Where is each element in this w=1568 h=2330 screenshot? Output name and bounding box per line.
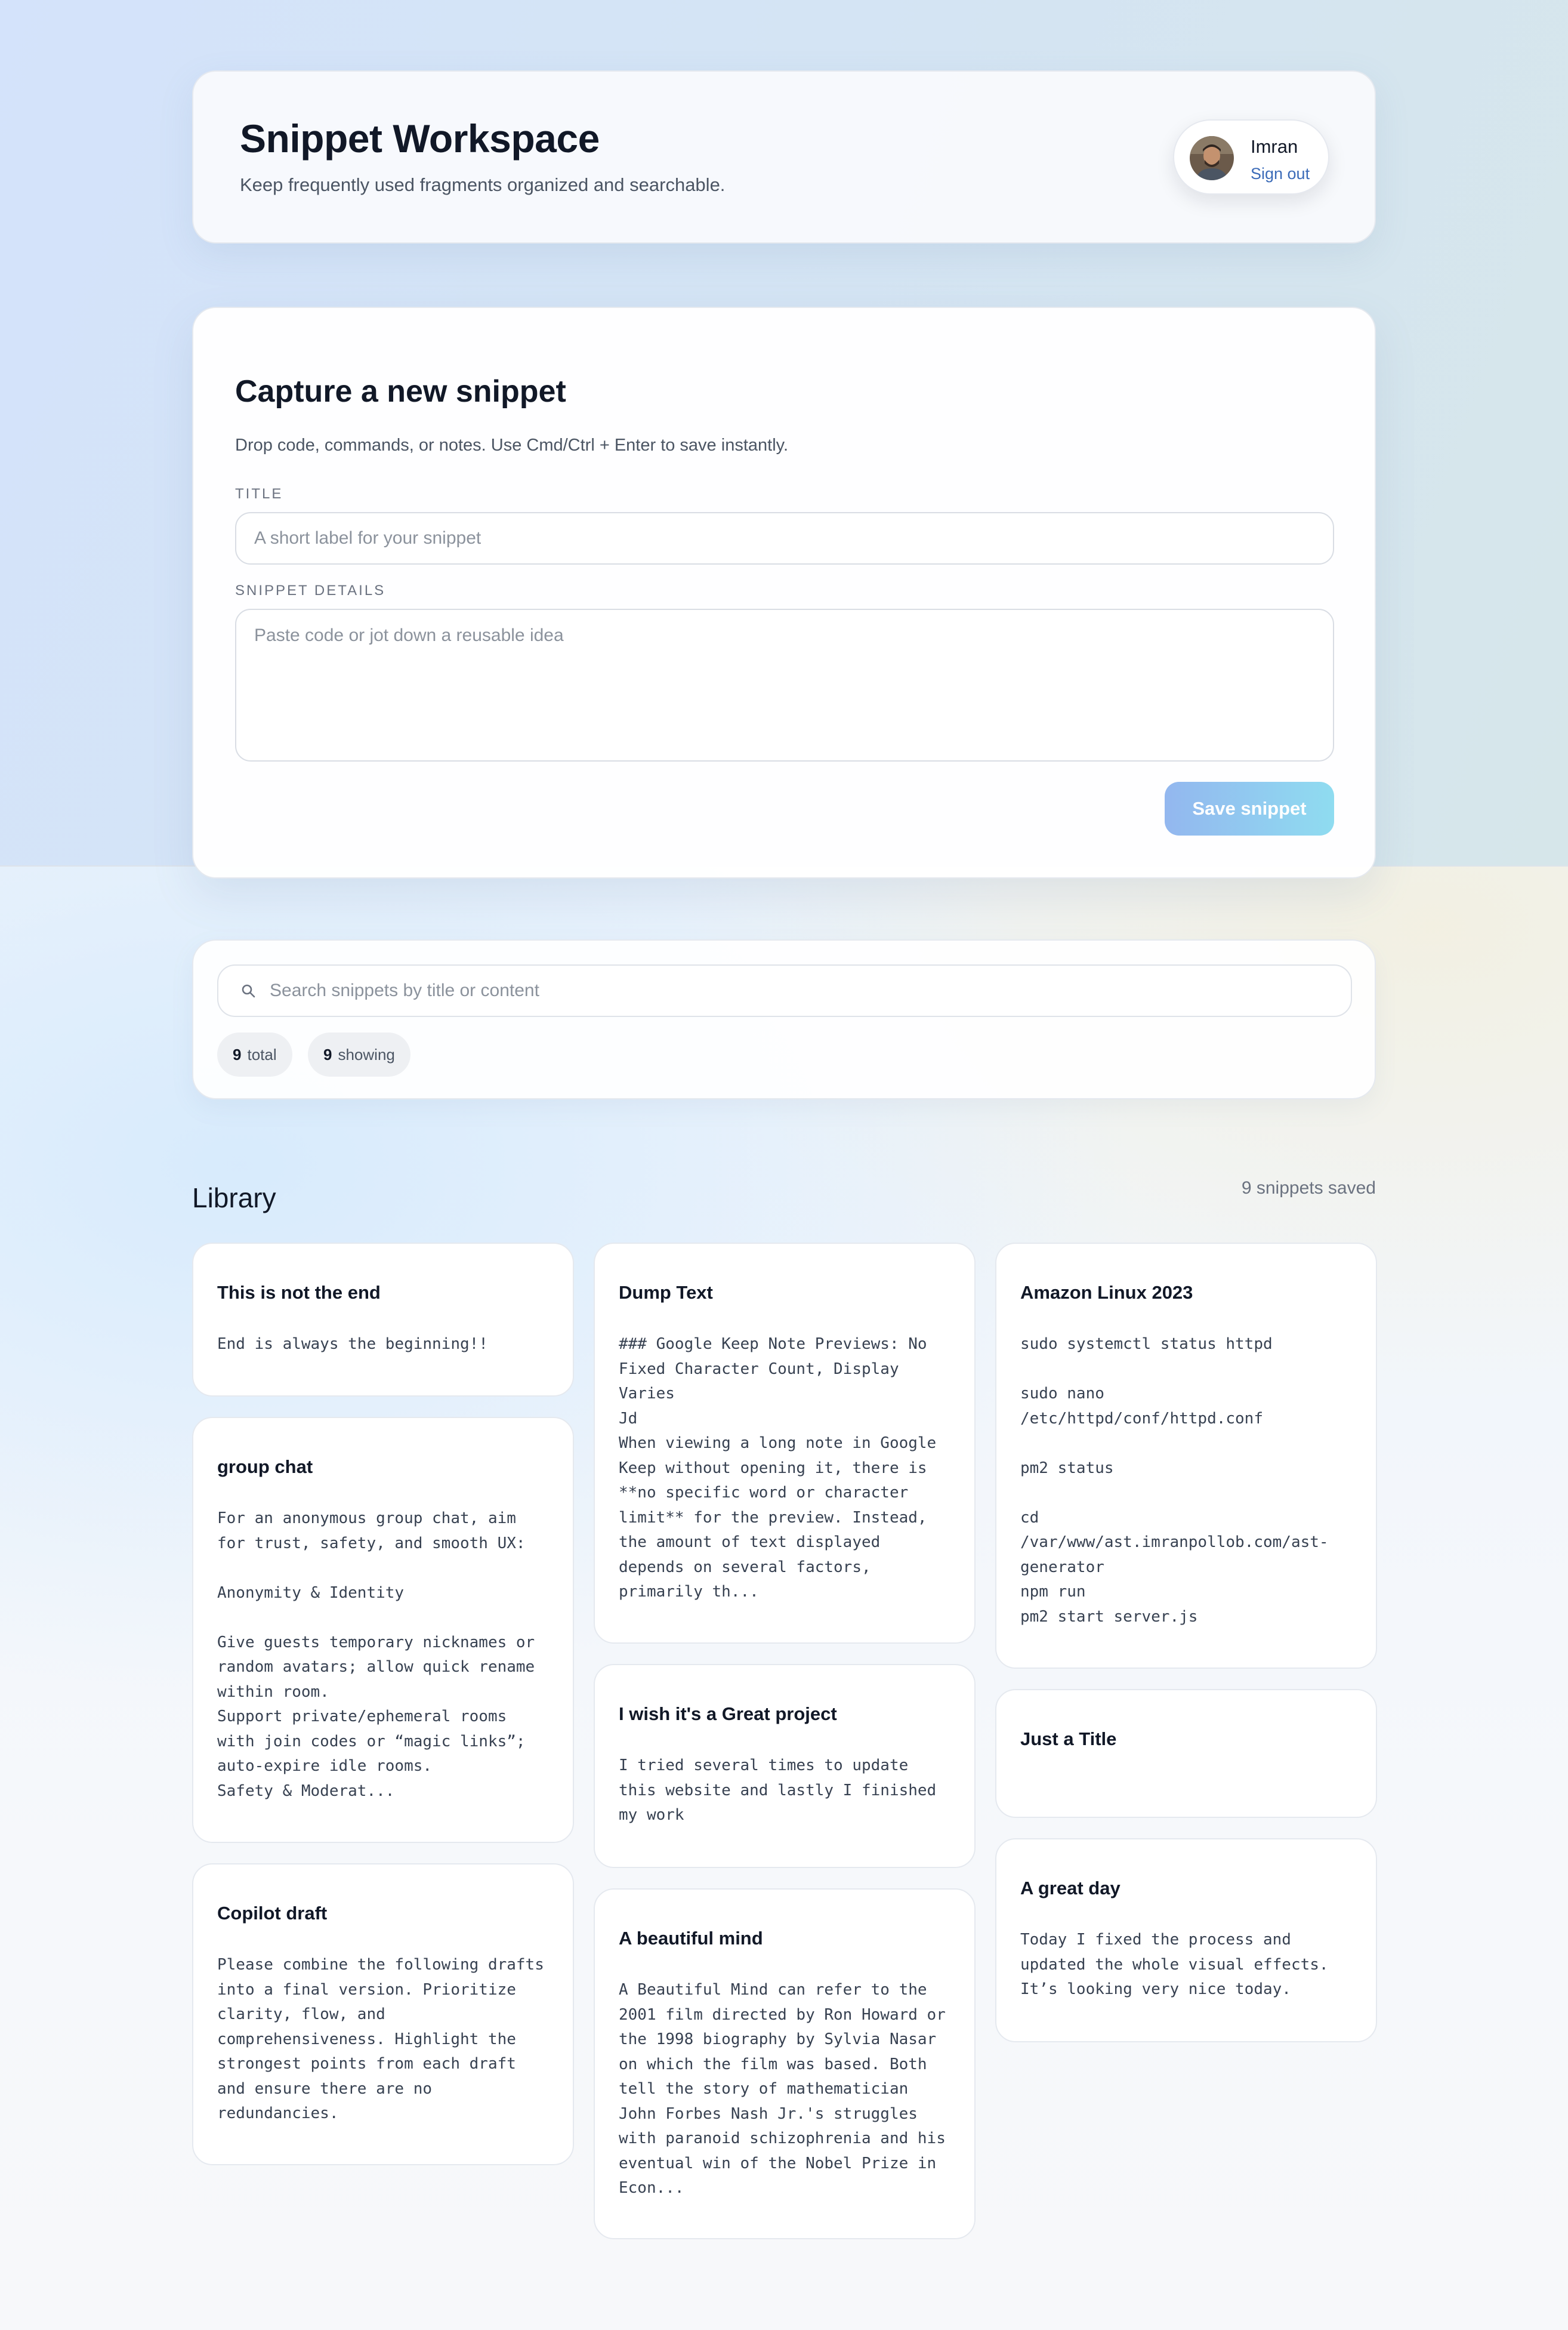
details-label: SNIPPET DETAILS xyxy=(235,582,386,599)
snippet-card[interactable]: group chat For an anonymous group chat, … xyxy=(192,1417,574,1843)
total-label: total xyxy=(247,1046,277,1064)
snippet-title: Amazon Linux 2023 xyxy=(1020,1282,1193,1303)
search-card: 9 total 9 showing xyxy=(192,939,1376,1099)
search-box[interactable] xyxy=(217,964,1352,1017)
snippet-title: group chat xyxy=(217,1456,313,1477)
capture-card: Capture a new snippet Drop code, command… xyxy=(192,307,1376,879)
snippet-title: Dump Text xyxy=(619,1282,713,1303)
showing-count: 9 xyxy=(323,1046,332,1064)
title-label: TITLE xyxy=(235,486,283,502)
sign-out-link[interactable]: Sign out xyxy=(1251,165,1310,183)
snippet-title: Just a Title xyxy=(1020,1728,1117,1749)
snippet-card[interactable]: I wish it's a Great project I tried seve… xyxy=(594,1664,976,1868)
library-count: 9 snippets saved xyxy=(1241,1178,1376,1198)
snippet-card[interactable]: Amazon Linux 2023 sudo systemctl status … xyxy=(995,1243,1377,1669)
library-column-3: Amazon Linux 2023 sudo systemctl status … xyxy=(995,1243,1377,2063)
snippet-card[interactable]: This is not the end End is always the be… xyxy=(192,1243,574,1397)
details-textarea[interactable] xyxy=(235,609,1334,762)
snippet-card[interactable]: Just a Title xyxy=(995,1689,1377,1818)
header-card: Snippet Workspace Keep frequently used f… xyxy=(192,70,1376,244)
snippet-title: This is not the end xyxy=(217,1282,381,1303)
snippet-title: I wish it's a Great project xyxy=(619,1703,837,1724)
snippet-body: Today I fixed the process and updated th… xyxy=(1020,1931,1329,1998)
snippet-card[interactable]: Copilot draft Please combine the followi… xyxy=(192,1863,574,2165)
capture-title: Capture a new snippet xyxy=(235,374,566,409)
snippet-title: A great day xyxy=(1020,1878,1121,1898)
user-chip: Imran Sign out xyxy=(1173,119,1329,195)
snippet-title: A beautiful mind xyxy=(619,1928,763,1949)
capture-hint: Drop code, commands, or notes. Use Cmd/C… xyxy=(235,436,789,455)
showing-count-pill: 9 showing xyxy=(308,1033,410,1077)
user-name: Imran xyxy=(1251,136,1298,157)
total-count: 9 xyxy=(233,1046,242,1064)
snippet-card[interactable]: A beautiful mind A Beautiful Mind can re… xyxy=(594,1888,976,2239)
library-title: Library xyxy=(192,1182,276,1213)
library-column-1: This is not the end End is always the be… xyxy=(192,1243,574,2186)
snippet-body: A Beautiful Mind can refer to the 2001 f… xyxy=(619,1981,946,2197)
showing-label: showing xyxy=(338,1046,395,1064)
snippet-body: sudo systemctl status httpd sudo nano /e… xyxy=(1020,1335,1329,1626)
total-count-pill: 9 total xyxy=(217,1033,292,1077)
snippet-body: End is always the beginning!! xyxy=(217,1335,488,1353)
snippet-card[interactable]: A great day Today I fixed the process an… xyxy=(995,1838,1377,2042)
snippet-body: ### Google Keep Note Previews: No Fixed … xyxy=(619,1335,937,1601)
snippet-title: Copilot draft xyxy=(217,1903,328,1924)
app-title: Snippet Workspace xyxy=(240,116,600,161)
snippet-body: Please combine the following drafts into… xyxy=(217,1956,544,2122)
avatar xyxy=(1190,136,1234,180)
snippet-body: For an anonymous group chat, aim for tru… xyxy=(217,1509,535,1800)
save-snippet-button[interactable]: Save snippet xyxy=(1165,782,1334,836)
search-icon xyxy=(240,982,258,1000)
snippet-body: I tried several times to update this web… xyxy=(619,1756,937,1824)
library-column-2: Dump Text ### Google Keep Note Previews:… xyxy=(594,1243,976,2260)
snippet-card[interactable]: Dump Text ### Google Keep Note Previews:… xyxy=(594,1243,976,1644)
title-input[interactable] xyxy=(235,512,1334,565)
app-subtitle: Keep frequently used fragments organized… xyxy=(240,174,726,195)
search-input[interactable] xyxy=(270,966,1338,1016)
